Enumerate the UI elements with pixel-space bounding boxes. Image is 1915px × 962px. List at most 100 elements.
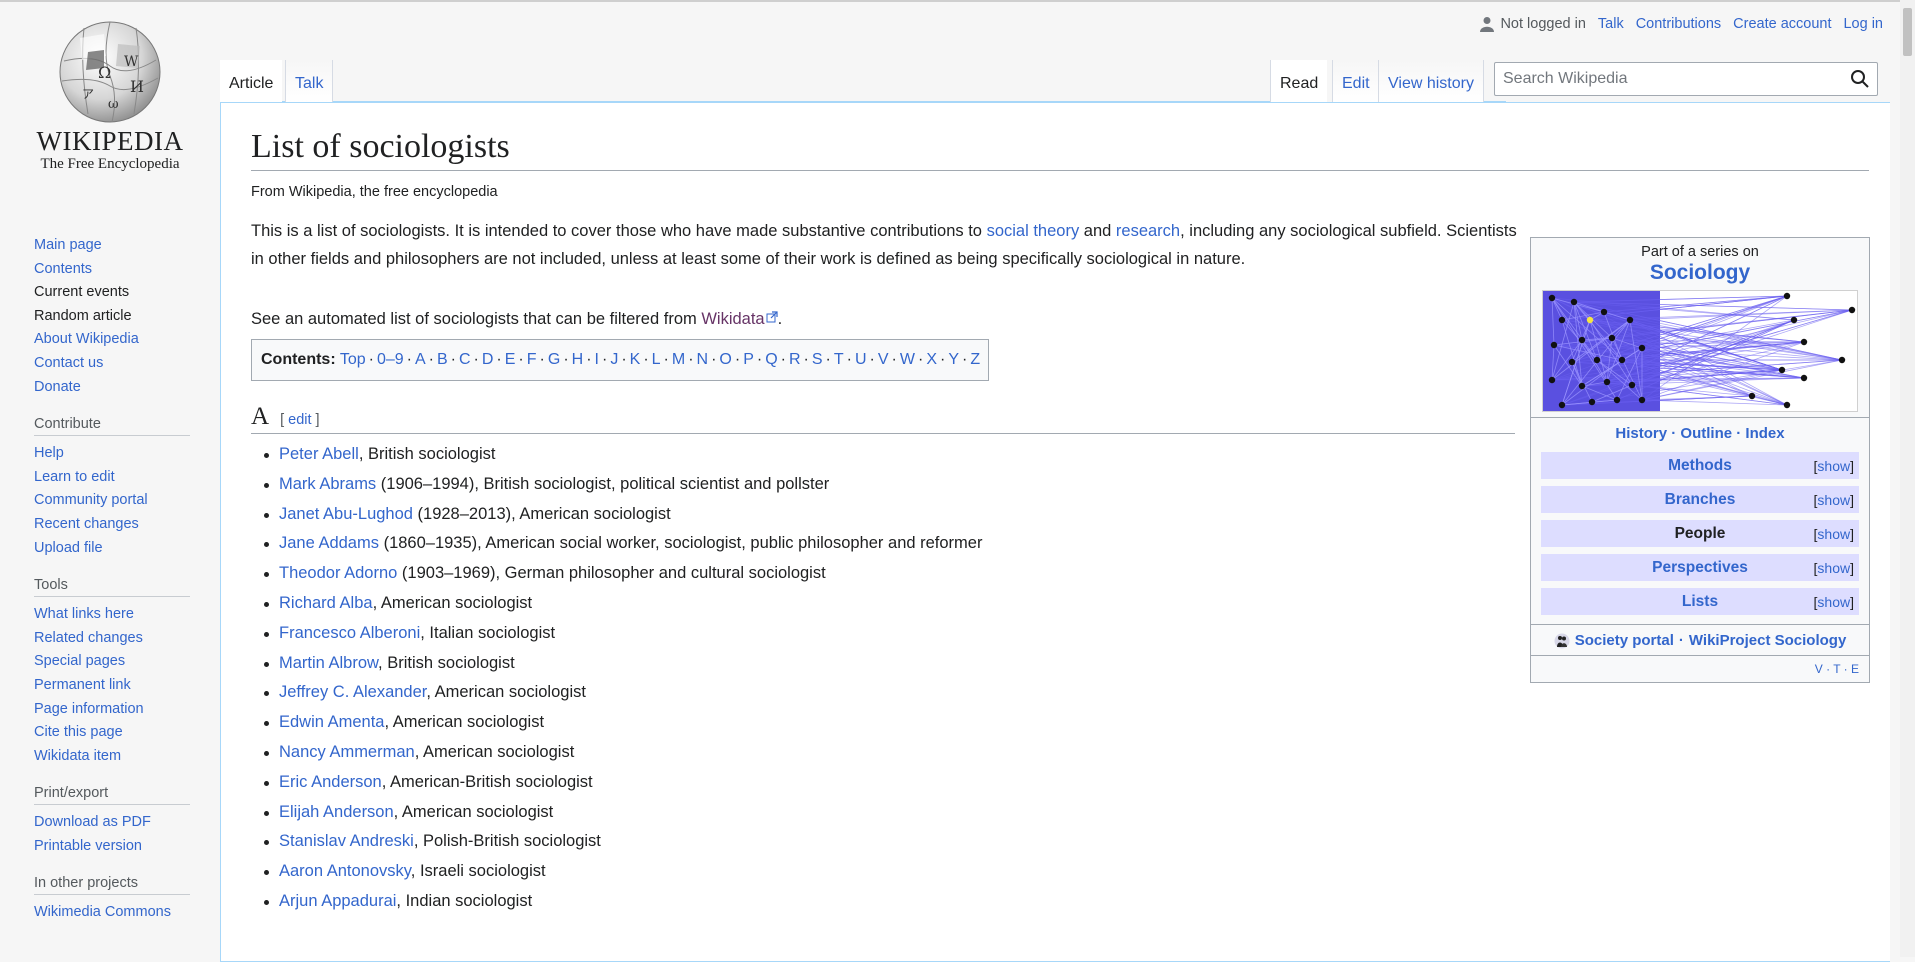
sidebar-row-label[interactable]: Perspectives xyxy=(1541,559,1859,577)
toc-link[interactable]: O xyxy=(719,351,731,368)
wikidata-link[interactable]: Wikidata xyxy=(701,310,778,328)
nav-download-pdf[interactable]: Download as PDF xyxy=(34,814,151,830)
sociologist-link[interactable]: Nancy Ammerman xyxy=(279,743,415,761)
sociologist-link[interactable]: Arjun Appadurai xyxy=(279,892,396,910)
create-account-link[interactable]: Create account xyxy=(1733,16,1831,32)
toc-link[interactable]: A xyxy=(415,351,426,368)
section-edit-link[interactable]: edit xyxy=(288,412,311,428)
sidebar-row-label[interactable]: Branches xyxy=(1541,491,1859,509)
research-link[interactable]: research xyxy=(1116,222,1180,240)
log-in-link[interactable]: Log in xyxy=(1843,16,1883,32)
nav-main-page[interactable]: Main page xyxy=(34,237,102,253)
tab-read[interactable]: Read xyxy=(1270,60,1328,102)
toc-link[interactable]: S xyxy=(812,351,823,368)
sociologist-link[interactable]: Aaron Antonovsky xyxy=(279,862,411,880)
nav-printable-version[interactable]: Printable version xyxy=(34,838,142,854)
toc-link[interactable]: N xyxy=(697,351,709,368)
toc-link[interactable]: K xyxy=(630,351,641,368)
sociogram-image[interactable] xyxy=(1542,290,1858,412)
toc-link[interactable]: W xyxy=(900,351,915,368)
sociologist-link[interactable]: Francesco Alberoni xyxy=(279,624,420,642)
nav-random-article[interactable]: Random article xyxy=(34,308,132,324)
toc-link[interactable]: Y xyxy=(948,351,959,368)
toc-link[interactable]: P xyxy=(743,351,754,368)
sociologist-link[interactable]: Theodor Adorno xyxy=(279,564,397,582)
personal-talk-link[interactable]: Talk xyxy=(1598,16,1624,32)
toc-link[interactable]: J xyxy=(610,351,618,368)
scrollbar-thumb[interactable] xyxy=(1903,8,1912,56)
nav-upload-file[interactable]: Upload file xyxy=(34,540,103,556)
sociologist-link[interactable]: Martin Albrow xyxy=(279,654,378,672)
toc-link[interactable]: M xyxy=(672,351,685,368)
wikipedia-logo[interactable]: Ω W И ア ω WIKIPEDIA The Free Encyclopedi… xyxy=(30,16,190,173)
sociologist-link[interactable]: Elijah Anderson xyxy=(279,803,394,821)
wikiproject-link[interactable]: WikiProject Sociology xyxy=(1689,632,1846,649)
sociologist-link[interactable]: Janet Abu-Lughod xyxy=(279,505,413,523)
toc-link[interactable]: C xyxy=(459,351,471,368)
nav-contents[interactable]: Contents xyxy=(34,261,92,277)
toc-link[interactable]: T xyxy=(834,351,844,368)
sidebar-row-label[interactable]: Lists xyxy=(1541,593,1859,611)
toc-link[interactable]: G xyxy=(548,351,560,368)
social-theory-link[interactable]: social theory xyxy=(987,222,1080,240)
show-button[interactable]: show xyxy=(1817,594,1850,610)
nav-special-pages[interactable]: Special pages xyxy=(34,653,125,669)
sidebar-title[interactable]: Sociology xyxy=(1531,261,1869,285)
sociologist-link[interactable]: Stanislav Andreski xyxy=(279,832,414,850)
nav-help[interactable]: Help xyxy=(34,445,64,461)
nav-what-links-here[interactable]: What links here xyxy=(34,606,134,622)
toc-link[interactable]: H xyxy=(572,351,584,368)
history-link[interactable]: History xyxy=(1615,425,1667,442)
toc-link[interactable]: F xyxy=(527,351,537,368)
search-input[interactable] xyxy=(1495,64,1843,94)
edit-template-link[interactable]: E xyxy=(1851,662,1859,676)
nav-about[interactable]: About Wikipedia xyxy=(34,331,139,347)
view-template-link[interactable]: V xyxy=(1815,662,1823,676)
nav-cite-this-page[interactable]: Cite this page xyxy=(34,724,123,740)
nav-related-changes[interactable]: Related changes xyxy=(34,630,143,646)
toc-link[interactable]: V xyxy=(878,351,889,368)
show-button[interactable]: show xyxy=(1817,458,1850,474)
sociologist-link[interactable]: Peter Abell xyxy=(279,445,359,463)
nav-current-events[interactable]: Current events xyxy=(34,284,129,300)
tab-talk[interactable]: Talk xyxy=(285,60,334,102)
toc-link[interactable]: I xyxy=(595,351,599,368)
nav-community-portal[interactable]: Community portal xyxy=(34,492,148,508)
sociologist-link[interactable]: Mark Abrams xyxy=(279,475,376,493)
index-link[interactable]: Index xyxy=(1745,425,1784,442)
sociologist-link[interactable]: Eric Anderson xyxy=(279,773,382,791)
toc-link[interactable]: E xyxy=(505,351,516,368)
nav-wikimedia-commons[interactable]: Wikimedia Commons xyxy=(34,904,171,920)
tab-edit[interactable]: Edit xyxy=(1332,60,1379,102)
toc-link[interactable]: 0–9 xyxy=(377,351,404,368)
sociologist-link[interactable]: Edwin Amenta xyxy=(279,713,384,731)
toc-link[interactable]: U xyxy=(855,351,867,368)
sidebar-row-label[interactable]: Methods xyxy=(1541,457,1859,475)
sociologist-link[interactable]: Jeffrey C. Alexander xyxy=(279,683,426,701)
show-button[interactable]: show xyxy=(1817,492,1850,508)
toc-link[interactable]: X xyxy=(926,351,937,368)
tab-article[interactable]: Article xyxy=(220,60,283,102)
nav-wikidata-item[interactable]: Wikidata item xyxy=(34,748,121,764)
toc-link[interactable]: Z xyxy=(970,351,980,368)
outline-link[interactable]: Outline xyxy=(1680,425,1732,442)
sociologist-link[interactable]: Richard Alba xyxy=(279,594,373,612)
toc-link[interactable]: Q xyxy=(765,351,777,368)
personal-contributions-link[interactable]: Contributions xyxy=(1636,16,1721,32)
nav-donate[interactable]: Donate xyxy=(34,379,81,395)
nav-learn-to-edit[interactable]: Learn to edit xyxy=(34,469,115,485)
toc-link[interactable]: D xyxy=(482,351,494,368)
nav-permanent-link[interactable]: Permanent link xyxy=(34,677,131,693)
toc-link[interactable]: Top xyxy=(340,351,366,368)
tab-view-history[interactable]: View history xyxy=(1378,60,1484,102)
toc-link[interactable]: B xyxy=(437,351,448,368)
nav-page-information[interactable]: Page information xyxy=(34,701,144,717)
sociologist-link[interactable]: Jane Addams xyxy=(279,534,379,552)
nav-recent-changes[interactable]: Recent changes xyxy=(34,516,139,532)
nav-contact[interactable]: Contact us xyxy=(34,355,103,371)
toc-link[interactable]: L xyxy=(652,351,661,368)
search-button[interactable] xyxy=(1843,63,1877,95)
page-scrollbar[interactable] xyxy=(1900,0,1915,957)
show-button[interactable]: show xyxy=(1817,560,1850,576)
society-portal-link[interactable]: Society portal xyxy=(1575,632,1674,649)
